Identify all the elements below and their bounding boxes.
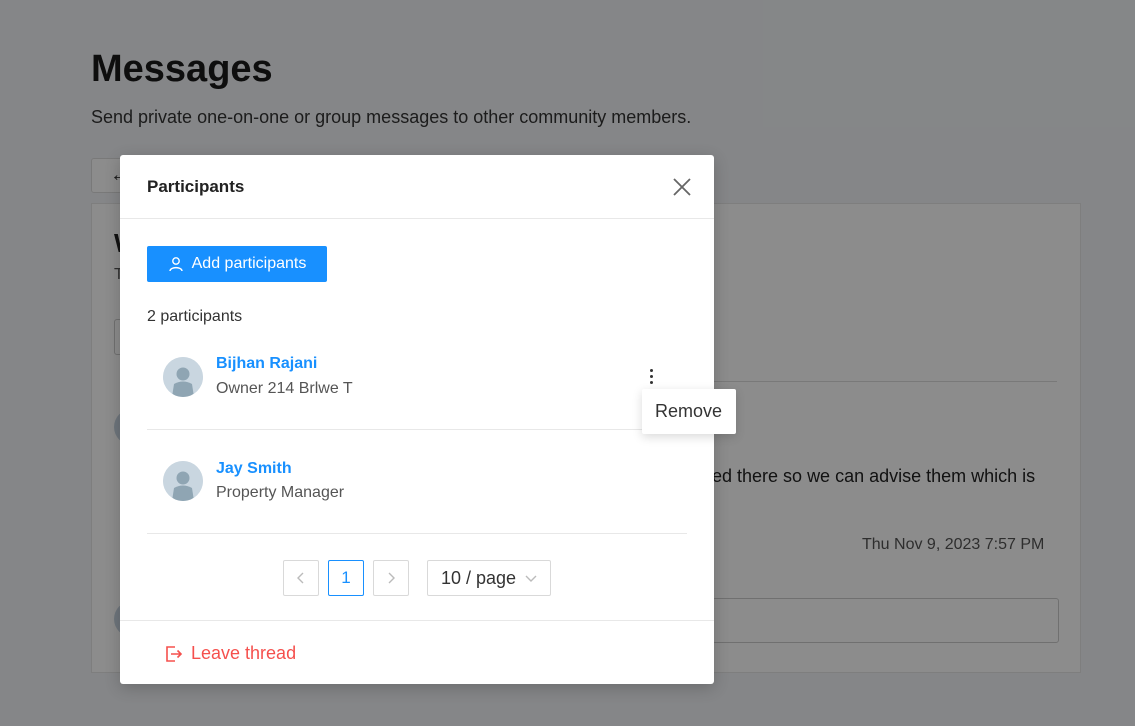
pagination: 1 10 / page [120,560,714,596]
user-icon [168,257,183,272]
user-silhouette-icon [163,357,203,397]
remove-menu-item[interactable]: Remove [655,401,722,422]
user-silhouette-icon [163,461,203,501]
participant-row: Bijhan Rajani Owner 214 Brlwe T [147,326,687,430]
chevron-right-icon [388,572,395,584]
participant-name[interactable]: Jay Smith [216,460,292,478]
avatar [163,357,203,397]
add-participants-button[interactable]: Add participants [147,246,327,282]
close-icon [673,178,691,196]
page-size-select[interactable]: 10 / page [427,560,551,596]
prev-page-button[interactable] [283,560,319,596]
page-size-value: 10 / page [441,567,517,588]
participant-options-menu: Remove [642,389,736,434]
leave-thread-button[interactable]: Leave thread [165,643,296,664]
modal-footer: Leave thread [120,620,714,684]
participant-role: Owner 214 Brlwe T [216,380,353,397]
participants-modal: Participants Add participants 2 particip… [120,155,714,684]
participant-count: 2 participants [147,308,243,325]
more-options-button[interactable] [645,364,657,388]
avatar [163,461,203,501]
participant-name[interactable]: Bijhan Rajani [216,355,317,373]
participant-row: Jay Smith Property Manager [147,430,687,534]
leave-thread-label: Leave thread [191,643,297,663]
modal-title: Participants [147,177,245,196]
next-page-button[interactable] [373,560,409,596]
add-participants-label: Add participants [191,255,307,272]
more-vertical-icon [649,368,653,372]
modal-header: Participants [120,155,714,219]
page-number-current[interactable]: 1 [328,560,364,596]
chevron-left-icon [297,572,304,584]
close-button[interactable] [670,175,694,199]
participant-role: Property Manager [216,484,345,501]
logout-icon [166,645,183,662]
chevron-down-icon [525,575,537,582]
